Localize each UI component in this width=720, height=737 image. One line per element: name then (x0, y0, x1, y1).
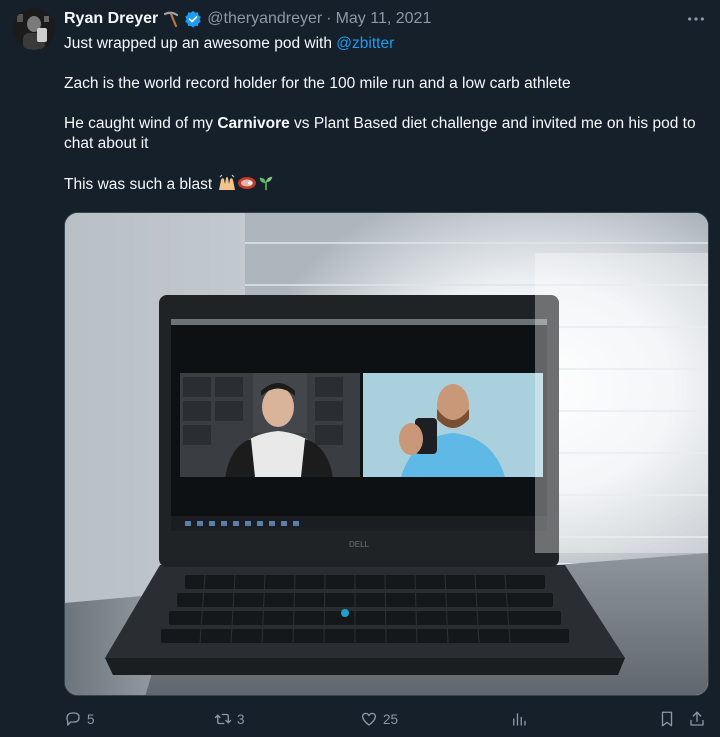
heart-icon (361, 712, 377, 726)
tweet-line-3: He caught wind of my Carnivore vs Plant … (64, 114, 709, 154)
laptop-brand-logo: DELL (349, 540, 370, 549)
author-handle[interactable]: @theryandreyer (207, 10, 322, 28)
tweet-line-4-text: This was such a blast (64, 176, 213, 193)
tweet-line-3-prefix: He caught wind of my (64, 115, 218, 132)
reply-count: 5 (87, 711, 95, 727)
tweet-line-3-bold: Carnivore (217, 115, 290, 132)
bookmark-button[interactable] (658, 708, 676, 730)
like-count: 25 (383, 711, 399, 727)
tweet-date[interactable]: May 11, 2021 (336, 10, 432, 28)
raising-hands-icon (217, 174, 237, 198)
avatar[interactable] (13, 8, 55, 50)
mention-link[interactable]: @zbitter (336, 35, 394, 52)
share-icon (690, 711, 704, 726)
tweet-line-2: Zach is the world record holder for the … (64, 75, 571, 92)
tweet[interactable]: Ryan Dreyer @theryandreyer · May 11, 202… (0, 0, 720, 737)
bookmark-icon (661, 711, 673, 727)
verified-badge-icon (184, 10, 202, 28)
tweet-line-1-text: Just wrapped up an awesome pod with (64, 35, 337, 52)
tweet-media-photo[interactable]: DELL (64, 212, 709, 696)
retweet-count: 3 (237, 711, 245, 727)
tweet-text: Just wrapped up an awesome pod with @zbi… (64, 34, 709, 198)
analytics-icon (513, 713, 526, 726)
share-button[interactable] (688, 708, 706, 730)
tweet-actions-bar: 5 3 25 (64, 708, 709, 730)
retweet-icon (214, 713, 232, 725)
pickaxe-icon (162, 10, 180, 28)
tweet-line-4: This was such a blast (64, 174, 709, 198)
separator: · (326, 10, 332, 27)
seedling-icon (257, 174, 275, 198)
analytics-button[interactable] (510, 708, 528, 730)
steak-icon (237, 174, 257, 198)
reply-button[interactable]: 5 (64, 708, 95, 730)
like-button[interactable]: 25 (360, 708, 398, 730)
tweet-line-1: Just wrapped up an awesome pod with @zbi… (64, 34, 709, 54)
tweet-header: Ryan Dreyer @theryandreyer · May 11, 202… (64, 9, 431, 29)
more-options-icon[interactable] (686, 10, 706, 28)
retweet-button[interactable]: 3 (214, 708, 245, 730)
reply-icon (66, 712, 80, 726)
author-name[interactable]: Ryan Dreyer (64, 10, 158, 28)
